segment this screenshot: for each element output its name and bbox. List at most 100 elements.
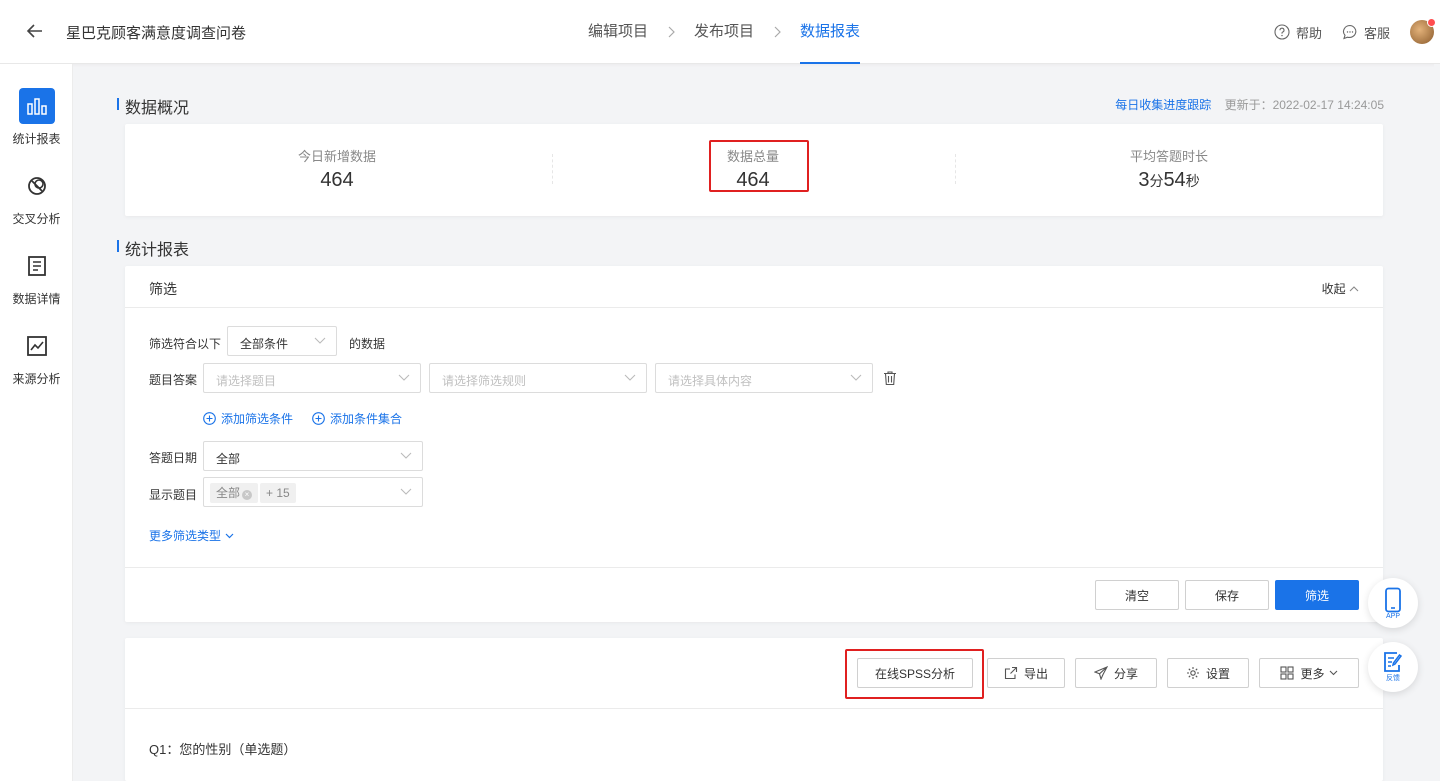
- answer-label: 题目答案: [149, 373, 198, 387]
- app-float-button[interactable]: APP: [1368, 578, 1418, 628]
- highlight-box-spss: [845, 649, 984, 699]
- date-value: 全部: [216, 452, 241, 466]
- share-button[interactable]: 分享: [1075, 658, 1157, 688]
- cross-analysis-icon: [19, 168, 55, 204]
- step-data-report[interactable]: 数据报表: [800, 0, 861, 64]
- report-card: 在线SPSS分析 导出 分享 设置 更多 Q1：您的性别（单选题）: [125, 638, 1383, 781]
- sidebar-item-cross-analysis[interactable]: 交叉分析: [0, 168, 73, 227]
- sidebar-item-stats-report[interactable]: 统计报表: [0, 88, 73, 147]
- match-value: 全部条件: [240, 337, 289, 351]
- chevron-down-icon: [314, 337, 326, 344]
- question-placeholder: 请选择题目: [216, 374, 277, 388]
- grid-icon: [1280, 666, 1295, 680]
- export-icon: [1004, 666, 1018, 680]
- project-title: 星巴克顾客满意度调查问卷: [66, 25, 247, 42]
- sidebar-item-source-analysis[interactable]: 来源分析: [0, 328, 73, 387]
- overview-card: 今日新增数据 464 数据总量 464 平均答题时长 3分54秒: [125, 124, 1383, 216]
- bar-chart-icon: [18, 88, 55, 124]
- rule-placeholder: 请选择筛选规则: [442, 374, 527, 388]
- main-content: 数据概况 每日收集进度跟踪 更新于：2022-02-17 14:24:05 今日…: [73, 64, 1440, 781]
- edit-document-icon: [1384, 652, 1403, 672]
- phone-icon: [1385, 587, 1401, 612]
- stat-label: 平均答题时长: [1129, 149, 1208, 164]
- overview-title: 数据概况: [116, 94, 189, 118]
- service-label: 客服: [1363, 25, 1390, 41]
- chevron-down-icon: [225, 533, 234, 538]
- highlight-box-total: [709, 140, 809, 192]
- stat-value: 464: [320, 169, 354, 191]
- date-select[interactable]: 全部: [203, 441, 423, 471]
- plus-circle-icon: [312, 412, 325, 425]
- sidebar-item-label: 交叉分析: [12, 212, 61, 226]
- chevron-down-icon: [850, 374, 862, 381]
- duration-minutes-unit: 分: [1149, 173, 1164, 189]
- clear-button[interactable]: 清空: [1095, 580, 1179, 610]
- rule-select[interactable]: 请选择筛选规则: [429, 363, 647, 393]
- match-select[interactable]: 全部条件: [227, 326, 337, 356]
- duration-minutes: 3: [1138, 169, 1150, 191]
- updated-time: 更新于：2022-02-17 14:24:05: [1224, 98, 1384, 112]
- header-actions: 帮助 客服: [1274, 0, 1440, 64]
- stat-today-new: 今日新增数据 464: [135, 124, 539, 192]
- step-nav: 编辑项目 发布项目 数据报表: [588, 0, 861, 64]
- divider: [125, 708, 1383, 709]
- sidebar: 统计报表 交叉分析 数据详情 来源分析: [0, 64, 73, 781]
- daily-progress-link[interactable]: 每日收集进度跟踪: [1115, 98, 1211, 112]
- content-select[interactable]: 请选择具体内容: [655, 363, 873, 393]
- sidebar-item-label: 来源分析: [12, 372, 61, 386]
- chevron-down-icon: [1329, 670, 1337, 676]
- settings-label: 设置: [1205, 666, 1230, 681]
- add-group-link[interactable]: 添加条件集合: [312, 410, 402, 427]
- document-icon: [19, 248, 55, 284]
- help-link[interactable]: 帮助: [1274, 23, 1322, 42]
- more-button[interactable]: 更多: [1259, 658, 1359, 688]
- match-suffix: 的数据: [349, 337, 386, 351]
- match-prefix: 筛选符合以下: [149, 337, 222, 351]
- show-label: 显示题目: [149, 488, 198, 502]
- back-arrow-icon[interactable]: [24, 20, 46, 42]
- track-bar: 每日收集进度跟踪 更新于：2022-02-17 14:24:05: [1115, 96, 1384, 113]
- filter-button[interactable]: 筛选: [1275, 580, 1359, 610]
- duration-seconds-unit: 秒: [1185, 173, 1200, 189]
- save-button[interactable]: 保存: [1185, 580, 1269, 610]
- tag-all-label: 全部: [216, 486, 241, 500]
- question-select[interactable]: 请选择题目: [203, 363, 421, 393]
- tag-more-count: + 15: [260, 483, 296, 503]
- settings-button[interactable]: 设置: [1167, 658, 1249, 688]
- export-label: 导出: [1023, 666, 1048, 681]
- plus-circle-icon: [203, 412, 216, 425]
- sidebar-item-label: 数据详情: [12, 292, 61, 306]
- trend-chart-icon: [19, 328, 55, 364]
- content-placeholder: 请选择具体内容: [668, 374, 753, 388]
- close-icon[interactable]: ×: [242, 490, 253, 500]
- page-scrollbar[interactable]: [1434, 64, 1440, 781]
- step-edit-project[interactable]: 编辑项目: [588, 0, 648, 64]
- app-label: APP: [1385, 612, 1400, 620]
- show-questions-select[interactable]: 全部 × + 15: [203, 477, 423, 507]
- stat-label: 今日新增数据: [297, 149, 376, 164]
- divider: [125, 567, 1383, 568]
- sidebar-item-data-detail[interactable]: 数据详情: [0, 248, 73, 307]
- paper-plane-icon: [1093, 666, 1108, 680]
- add-condition-link[interactable]: 添加筛选条件: [203, 410, 293, 427]
- share-label: 分享: [1113, 666, 1138, 681]
- stat-avg-duration: 平均答题时长 3分54秒: [967, 124, 1371, 192]
- export-button[interactable]: 导出: [987, 658, 1065, 688]
- chevron-down-icon: [624, 374, 636, 381]
- chevron-right-icon: [774, 26, 781, 38]
- question-q1-title: Q1：您的性别（单选题）: [149, 742, 297, 757]
- more-label: 更多: [1300, 666, 1325, 681]
- top-header: 星巴克顾客满意度调查问卷 编辑项目 发布项目 数据报表 帮助 客服: [0, 0, 1440, 64]
- collapse-toggle[interactable]: 收起: [1322, 280, 1359, 297]
- chat-icon: [1342, 24, 1357, 40]
- add-condition-label: 添加筛选条件: [221, 412, 294, 426]
- chevron-up-icon: [1349, 286, 1359, 292]
- more-filter-types[interactable]: 更多筛选类型: [149, 527, 239, 544]
- feedback-float-button[interactable]: 反馈: [1368, 642, 1418, 692]
- filter-title: 筛选: [149, 281, 177, 297]
- avatar[interactable]: [1410, 18, 1436, 44]
- service-link[interactable]: 客服: [1342, 23, 1390, 42]
- step-publish-project[interactable]: 发布项目: [694, 0, 754, 64]
- trash-icon[interactable]: [882, 370, 898, 386]
- gear-icon: [1186, 667, 1199, 679]
